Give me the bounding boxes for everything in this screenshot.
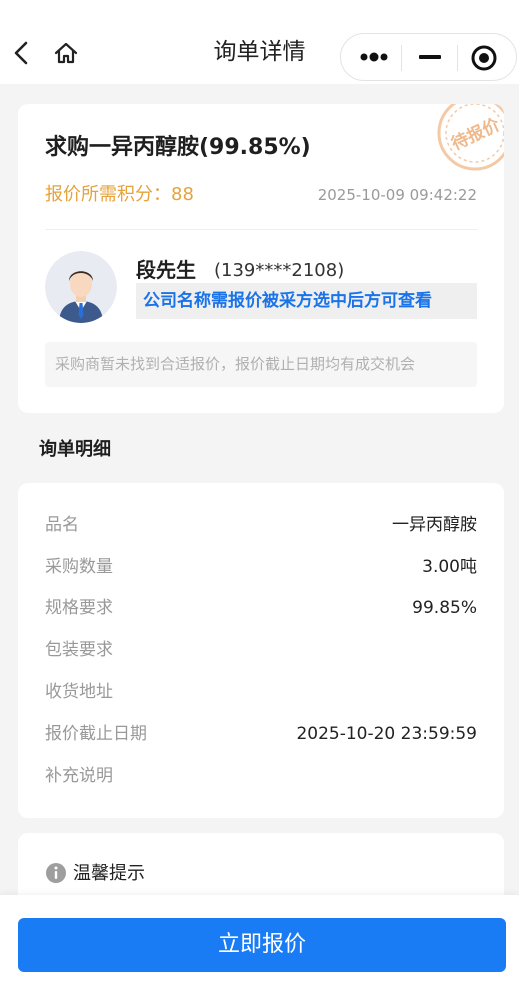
buyer-avatar [45,251,117,323]
detail-row: 品名 一异丙醇胺 [45,510,477,540]
detail-label: 收货地址 [45,682,113,702]
detail-label: 补充说明 [45,766,113,786]
inquiry-details-card: 品名 一异丙醇胺 采购数量 3.00吨 规格要求 99.85% 包装要求 收货地… [18,483,504,818]
inquiry-title: 求购一异丙醇胺(99.85%) [45,135,311,160]
detail-row: 规格要求 99.85% [45,593,477,623]
nav-bar: 询单详情 [0,0,519,84]
detail-row: 收货地址 [45,677,477,707]
pending-quote-stamp: 待报价 [434,104,504,174]
company-hidden-note: 公司名称需报价被采方选中后方可查看 [136,283,477,319]
mini-program-capsule [340,33,517,81]
detail-label: 规格要求 [45,598,113,618]
capsule-divider [457,45,458,71]
required-points: 报价所需积分：88 [45,184,194,205]
detail-row: 报价截止日期 2025-10-20 23:59:59 [45,719,477,749]
minimize-icon[interactable] [413,42,447,72]
svg-text:待报价: 待报价 [448,114,504,155]
detail-value: 一异丙醇胺 [392,515,477,535]
warm-tip-title: 温馨提示 [73,863,145,884]
close-target-icon[interactable] [469,43,499,73]
info-icon [45,862,67,884]
inquiry-time: 2025-10-09 09:42:22 [317,186,477,204]
detail-row: 包装要求 [45,635,477,665]
buyer-phone: (139****2108) [214,260,345,281]
quote-now-button[interactable]: 立即报价 [18,918,506,972]
divider [45,229,477,230]
section-title-details: 询单明细 [39,439,111,460]
detail-label: 品名 [45,515,79,535]
detail-value: 99.85% [412,598,477,618]
buyer-name: 段先生 [136,258,196,282]
capsule-divider [401,45,402,71]
detail-label: 采购数量 [45,557,113,577]
detail-label: 包装要求 [45,640,113,660]
detail-row: 采购数量 3.00吨 [45,552,477,582]
detail-value: 2025-10-20 23:59:59 [296,724,477,744]
quote-notice: 采购商暂未找到合适报价，报价截止日期均有成交机会 [45,342,477,387]
detail-row: 补充说明 [45,761,477,791]
inquiry-summary-card: 待报价 求购一异丙醇胺(99.85%) 报价所需积分：88 2025-10-09… [18,104,504,413]
detail-label: 报价截止日期 [45,724,147,744]
bottom-action-bar: 立即报价 [0,895,519,981]
detail-value: 3.00吨 [422,557,477,577]
more-icon[interactable] [355,42,393,72]
